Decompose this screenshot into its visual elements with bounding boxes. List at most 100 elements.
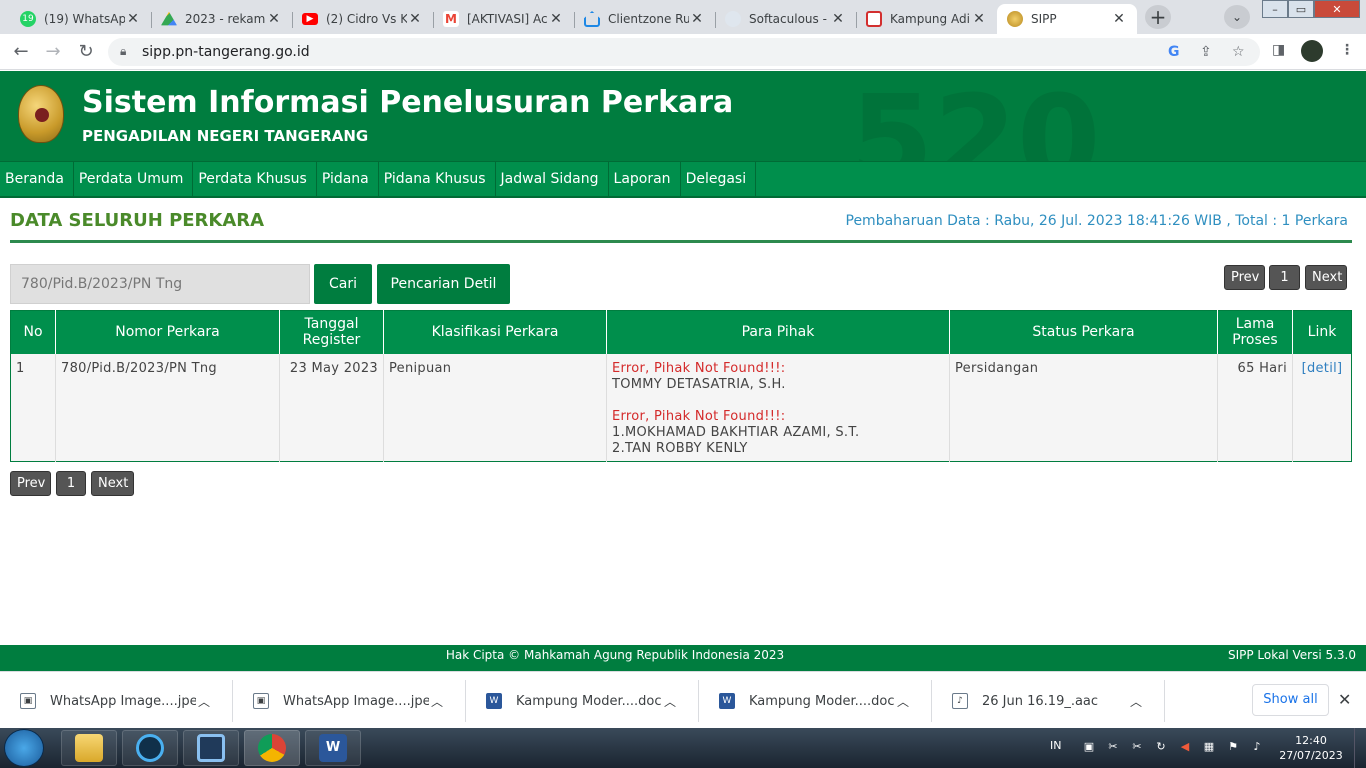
chevron-up-icon[interactable]: ︿	[429, 693, 445, 710]
chevron-up-icon[interactable]: ︿	[1128, 693, 1144, 710]
url-text[interactable]: sipp.pn-tangerang.go.id	[142, 44, 310, 60]
tab-sipp[interactable]: SIPP ✕	[997, 4, 1137, 34]
tray-flag-icon[interactable]: ⚑	[1226, 740, 1240, 754]
pager-prev-bottom[interactable]: Prev	[10, 471, 51, 496]
search-input[interactable]	[10, 264, 310, 304]
download-item[interactable]: ▣ WhatsApp Image....jpeg ︿	[233, 680, 466, 722]
tray-sync-icon[interactable]: ↻	[1154, 740, 1168, 754]
kampung-icon	[866, 11, 882, 27]
tray-app-icon[interactable]: ▣	[1082, 740, 1096, 754]
detail-search-button[interactable]: Pencarian Detil	[377, 264, 510, 304]
reload-icon[interactable]: ↻	[74, 40, 98, 64]
chevron-up-icon[interactable]: ︿	[662, 693, 678, 710]
chevron-up-icon[interactable]: ︿	[196, 693, 212, 710]
taskbar-clock[interactable]: 12:40 27/07/2023	[1276, 733, 1346, 763]
tray-tool-icon[interactable]: ✂	[1106, 740, 1120, 754]
window-maximize-button[interactable]: ▭	[1288, 0, 1314, 18]
browser-tab-bar: 19 (19) WhatsApp ✕ 2023 - rekama ✕ ▶ (2)…	[0, 0, 1366, 34]
court-logo-icon	[18, 85, 64, 143]
download-item[interactable]: W Kampung Moder....docx ︿	[699, 680, 932, 722]
tray-tool-icon[interactable]: ✂	[1130, 740, 1144, 754]
pager-page-bottom[interactable]: 1	[56, 471, 86, 496]
pager-next-top[interactable]: Next	[1305, 265, 1347, 290]
tab-softaculous[interactable]: Softaculous - S ✕	[715, 4, 856, 34]
lock-icon[interactable]: 🔒︎	[120, 44, 126, 59]
taskbar-explorer[interactable]	[61, 730, 117, 766]
menu-laporan[interactable]: Laporan	[609, 162, 681, 197]
chevron-up-icon[interactable]: ︿	[895, 693, 911, 710]
tab-youtube[interactable]: ▶ (2) Cidro Vs Kl ✕	[292, 4, 433, 34]
detil-link[interactable]: [detil]	[1302, 361, 1343, 376]
forward-icon[interactable]: →	[41, 40, 65, 64]
site-subtitle: PENGADILAN NEGERI TANGERANG	[82, 127, 369, 145]
taskbar-app-search[interactable]	[183, 730, 239, 766]
download-item[interactable]: ▣ WhatsApp Image....jpeg ︿	[0, 680, 233, 722]
menu-pidana-khusus[interactable]: Pidana Khusus	[379, 162, 496, 197]
close-download-bar-icon[interactable]: ✕	[1338, 690, 1351, 709]
close-tab-icon[interactable]: ✕	[266, 11, 282, 27]
download-item[interactable]: ♪ 26 Jun 16.19_.aac ︿	[932, 680, 1165, 722]
menu-delegasi[interactable]: Delegasi	[681, 162, 757, 197]
taskbar-app-circle[interactable]	[122, 730, 178, 766]
menu-jadwal-sidang[interactable]: Jadwal Sidang	[496, 162, 609, 197]
pager-next-bottom[interactable]: Next	[91, 471, 134, 496]
menu-beranda[interactable]: Beranda	[0, 162, 74, 197]
menu-perdata-umum[interactable]: Perdata Umum	[74, 162, 194, 197]
tab-title: (19) WhatsApp	[44, 12, 125, 26]
pager-prev-top[interactable]: Prev	[1224, 265, 1265, 290]
window-minimize-button[interactable]: –	[1262, 0, 1288, 18]
taskbar-word[interactable]: W	[305, 730, 361, 766]
footer-copyright: Hak Cipta © Mahkamah Agung Republik Indo…	[445, 648, 785, 662]
show-desktop-button[interactable]	[1354, 728, 1366, 768]
pager-page-top[interactable]: 1	[1269, 265, 1300, 290]
image-file-icon: ▣	[20, 693, 36, 709]
tab-gmail[interactable]: M [AKTIVASI] Acc ✕	[433, 4, 574, 34]
side-panel-icon[interactable]: ◨	[1272, 42, 1285, 58]
search-button[interactable]: Cari	[314, 264, 372, 304]
main-menu: Beranda Perdata Umum Perdata Khusus Pida…	[0, 161, 1366, 198]
case-table: No Nomor Perkara Tanggal Register Klasif…	[10, 310, 1352, 462]
tab-kampung[interactable]: Kampung Adi ✕	[856, 4, 997, 34]
close-tab-icon[interactable]: ✕	[971, 11, 987, 27]
menu-perdata-khusus[interactable]: Perdata Khusus	[193, 162, 317, 197]
clock-time: 12:40	[1295, 734, 1327, 747]
language-indicator[interactable]: IN	[1050, 739, 1061, 752]
address-bar[interactable]: 🔒︎ sipp.pn-tangerang.go.id G ⇪ ☆	[108, 38, 1260, 66]
pihak-error-text: Error, Pihak Not Found!!!:	[612, 360, 786, 376]
show-all-button[interactable]: Show all	[1252, 684, 1329, 716]
tab-clientzone[interactable]: Clientzone Ru ✕	[574, 4, 715, 34]
close-tab-icon[interactable]: ✕	[1111, 11, 1127, 27]
close-tab-icon[interactable]: ✕	[548, 11, 564, 27]
menu-kebab-icon[interactable]: ⋮	[1340, 42, 1354, 58]
close-tab-icon[interactable]: ✕	[125, 11, 141, 27]
new-tab-button[interactable]: +	[1145, 5, 1171, 29]
cell-tanggal: 23 May 2023	[279, 353, 384, 461]
tray-volume-icon[interactable]: ♪	[1250, 740, 1264, 754]
window-close-button[interactable]: ✕	[1314, 0, 1360, 18]
windows-start-button[interactable]	[4, 729, 44, 767]
pihak-name: 1.MOKHAMAD BAKHTIAR AZAMI, S.T.	[612, 424, 860, 440]
download-item[interactable]: W Kampung Moder....docx ︿	[466, 680, 699, 722]
tab-search-button[interactable]: ⌄	[1224, 5, 1250, 29]
close-tab-icon[interactable]: ✕	[407, 11, 423, 27]
tab-google-drive[interactable]: 2023 - rekama ✕	[151, 4, 292, 34]
download-name: Kampung Moder....docx	[516, 693, 662, 709]
site-header: 520 Sistem Informasi Penelusuran Perkara…	[0, 71, 1366, 161]
tab-whatsapp[interactable]: 19 (19) WhatsApp ✕	[10, 4, 151, 34]
menu-pidana[interactable]: Pidana	[317, 162, 379, 197]
cell-no: 1	[10, 353, 56, 461]
bookmark-star-icon[interactable]: ☆	[1232, 44, 1245, 60]
close-tab-icon[interactable]: ✕	[830, 11, 846, 27]
close-tab-icon[interactable]: ✕	[689, 11, 705, 27]
share-icon[interactable]: ⇪	[1200, 44, 1212, 60]
tray-app-icon[interactable]: ▦	[1202, 740, 1216, 754]
back-icon[interactable]: ←	[9, 40, 33, 64]
softaculous-icon	[725, 11, 741, 27]
taskbar-chrome[interactable]	[244, 730, 300, 766]
tray-speaker-muted-icon[interactable]: ◀	[1178, 740, 1192, 754]
col-klasifikasi: Klasifikasi Perkara	[383, 310, 607, 354]
google-translate-icon[interactable]: G	[1168, 44, 1180, 60]
profile-avatar[interactable]	[1301, 40, 1323, 62]
clientzone-icon	[584, 11, 600, 27]
tab-title: Clientzone Ru	[608, 12, 689, 26]
